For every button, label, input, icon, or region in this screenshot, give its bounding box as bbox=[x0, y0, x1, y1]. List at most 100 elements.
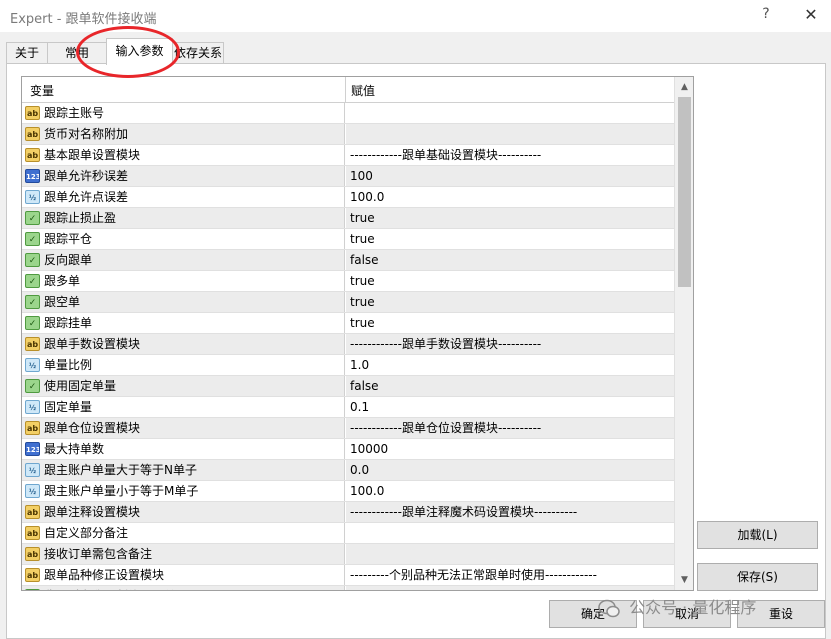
variable-cell[interactable]: ab 货币对名称附加 bbox=[22, 124, 345, 144]
variable-name: 自定义部分备注 bbox=[44, 526, 129, 540]
value-cell[interactable]: ------------跟单基础设置模块---------- bbox=[346, 145, 674, 165]
table-row[interactable]: ✓ 反向跟单 false bbox=[22, 250, 674, 271]
value-cell[interactable]: 0.1 bbox=[346, 397, 674, 417]
value-cell[interactable]: ------------跟单手数设置模块---------- bbox=[346, 334, 674, 354]
variable-name: 最大持单数 bbox=[44, 442, 105, 456]
tab-inputs[interactable]: 输入参数 bbox=[106, 38, 173, 65]
column-header-value[interactable]: 赋值 bbox=[351, 82, 375, 99]
variable-cell[interactable]: ✓ 跟踪平仓 bbox=[22, 229, 345, 249]
variable-cell[interactable]: ½ 跟单允许点误差 bbox=[22, 187, 345, 207]
variable-cell[interactable]: ½ 固定单量 bbox=[22, 397, 345, 417]
scroll-down-icon[interactable]: ▼ bbox=[675, 572, 693, 588]
value-cell[interactable]: ------------跟单仓位设置模块---------- bbox=[346, 418, 674, 438]
table-row[interactable]: ✓ 跟空单 true bbox=[22, 292, 674, 313]
variable-cell[interactable]: ab 跟单注释设置模块 bbox=[22, 502, 345, 522]
value-cell[interactable]: true bbox=[346, 292, 674, 312]
value-cell[interactable] bbox=[346, 103, 674, 123]
variable-cell[interactable]: ½ 跟主账户单量小于等于M单子 bbox=[22, 481, 345, 501]
scroll-thumb[interactable] bbox=[678, 97, 691, 287]
table-row[interactable]: ✓ 使用固定单量 false bbox=[22, 376, 674, 397]
table-row[interactable]: ½ 跟主账户单量小于等于M单子 100.0 bbox=[22, 481, 674, 502]
value-cell[interactable]: 100 bbox=[346, 166, 674, 186]
column-divider[interactable] bbox=[345, 77, 346, 103]
variable-cell[interactable]: ab 跟踪主账号 bbox=[22, 103, 345, 123]
variable-name: 反向跟单 bbox=[44, 253, 93, 267]
bool-type-icon: ✓ bbox=[25, 589, 40, 590]
table-row[interactable]: ab 跟单品种修正设置模块 ---------个别品种无法正常跟单时使用------… bbox=[22, 565, 674, 586]
table-row[interactable]: ab 自定义部分备注 bbox=[22, 523, 674, 544]
value-cell[interactable]: ------------跟单注释魔术码设置模块---------- bbox=[346, 502, 674, 522]
variable-name: 跟踪主账号 bbox=[44, 106, 105, 120]
variable-cell[interactable]: ab 接收订单需包含备注 bbox=[22, 544, 345, 564]
value-cell[interactable]: 0.0 bbox=[346, 460, 674, 480]
table-row[interactable]: ab 跟单手数设置模块 ------------跟单手数设置模块---------- bbox=[22, 334, 674, 355]
variable-cell[interactable]: 123 跟单允许秒误差 bbox=[22, 166, 345, 186]
variable-name: 跟单注释设置模块 bbox=[44, 505, 141, 519]
variable-cell[interactable]: 123 最大持单数 bbox=[22, 439, 345, 459]
variable-cell[interactable]: ✓ 使用固定单量 bbox=[22, 376, 345, 396]
value-cell[interactable]: false bbox=[346, 586, 674, 590]
variable-cell[interactable]: ✓ 跟空单 bbox=[22, 292, 345, 312]
table-row[interactable]: ab 跟单注释设置模块 ------------跟单注释魔术码设置模块-------… bbox=[22, 502, 674, 523]
variable-cell[interactable]: ab 基本跟单设置模块 bbox=[22, 145, 345, 165]
variable-cell[interactable]: ab 跟单手数设置模块 bbox=[22, 334, 345, 354]
table-row[interactable]: 123 最大持单数 10000 bbox=[22, 439, 674, 460]
value-cell[interactable]: true bbox=[346, 271, 674, 291]
variable-name: 跟单允许点误差 bbox=[44, 190, 129, 204]
table-row[interactable]: ✓ 跟踪挂单 true bbox=[22, 313, 674, 334]
variable-cell[interactable]: ½ 跟主账户单量大于等于N单子 bbox=[22, 460, 345, 480]
value-cell[interactable]: 100.0 bbox=[346, 187, 674, 207]
variable-cell[interactable]: ✓ 跟踪挂单 bbox=[22, 313, 345, 333]
variable-name: 跟单品种修正设置模块 bbox=[44, 568, 165, 582]
string-type-icon: ab bbox=[25, 547, 40, 561]
variable-cell[interactable]: ✓ 跟踪止损止盈 bbox=[22, 208, 345, 228]
table-row[interactable]: ✓ 跟多单 true bbox=[22, 271, 674, 292]
tab-common[interactable]: 常用 bbox=[47, 42, 107, 64]
column-header-variable[interactable]: 变量 bbox=[30, 82, 54, 99]
table-row[interactable]: ab 跟单仓位设置模块 ------------跟单仓位设置模块---------- bbox=[22, 418, 674, 439]
table-row[interactable]: ✓ 跟踪平仓 true bbox=[22, 229, 674, 250]
table-row[interactable]: ab 接收订单需包含备注 bbox=[22, 544, 674, 565]
variable-cell[interactable]: ab 自定义部分备注 bbox=[22, 523, 345, 543]
value-cell[interactable]: 100.0 bbox=[346, 481, 674, 501]
value-cell[interactable]: true bbox=[346, 313, 674, 333]
variable-cell[interactable]: ✓ 跟多单 bbox=[22, 271, 345, 291]
table-row[interactable]: ½ 跟单允许点误差 100.0 bbox=[22, 187, 674, 208]
table-row[interactable]: 123 跟单允许秒误差 100 bbox=[22, 166, 674, 187]
value-cell[interactable]: ---------个别品种无法正常跟单时使用------------ bbox=[346, 565, 674, 585]
value-cell[interactable] bbox=[346, 124, 674, 144]
value-cell[interactable]: false bbox=[346, 376, 674, 396]
variable-name: 跟踪平仓 bbox=[44, 232, 93, 246]
variable-name: 单量比例 bbox=[44, 358, 93, 372]
variable-cell[interactable]: ab 跟单品种修正设置模块 bbox=[22, 565, 345, 585]
variable-cell[interactable]: ✓ 货币对名称强制修正开关 bbox=[22, 586, 345, 590]
variable-cell[interactable]: ½ 单量比例 bbox=[22, 355, 345, 375]
table-row[interactable]: ab 货币对名称附加 bbox=[22, 124, 674, 145]
value-cell[interactable]: false bbox=[346, 250, 674, 270]
value-cell[interactable] bbox=[346, 523, 674, 543]
table-row[interactable]: ½ 单量比例 1.0 bbox=[22, 355, 674, 376]
variable-name: 跟多单 bbox=[44, 274, 81, 288]
tab-dependencies[interactable]: 依存关系 bbox=[172, 42, 224, 64]
table-row[interactable]: ✓ 跟踪止损止盈 true bbox=[22, 208, 674, 229]
variable-name: 跟单仓位设置模块 bbox=[44, 421, 141, 435]
scroll-up-icon[interactable]: ▲ bbox=[675, 79, 693, 95]
tab-about[interactable]: 关于 bbox=[6, 42, 48, 64]
table-row[interactable]: ab 跟踪主账号 bbox=[22, 103, 674, 124]
value-cell[interactable]: true bbox=[346, 208, 674, 228]
table-row[interactable]: ½ 固定单量 0.1 bbox=[22, 397, 674, 418]
value-cell[interactable]: 10000 bbox=[346, 439, 674, 459]
help-icon[interactable]: ? bbox=[757, 6, 775, 26]
close-icon[interactable]: ✕ bbox=[800, 5, 822, 27]
table-row[interactable]: ½ 跟主账户单量大于等于N单子 0.0 bbox=[22, 460, 674, 481]
table-row[interactable]: ✓ 货币对名称强制修正开关 false bbox=[22, 586, 674, 590]
load-button[interactable]: 加载(L) bbox=[697, 521, 818, 549]
value-cell[interactable]: 1.0 bbox=[346, 355, 674, 375]
value-cell[interactable]: true bbox=[346, 229, 674, 249]
vertical-scrollbar[interactable]: ▲ ▼ bbox=[674, 77, 693, 590]
table-row[interactable]: ab 基本跟单设置模块 ------------跟单基础设置模块---------- bbox=[22, 145, 674, 166]
variable-cell[interactable]: ✓ 反向跟单 bbox=[22, 250, 345, 270]
value-cell[interactable] bbox=[346, 544, 674, 564]
save-button[interactable]: 保存(S) bbox=[697, 563, 818, 591]
variable-cell[interactable]: ab 跟单仓位设置模块 bbox=[22, 418, 345, 438]
